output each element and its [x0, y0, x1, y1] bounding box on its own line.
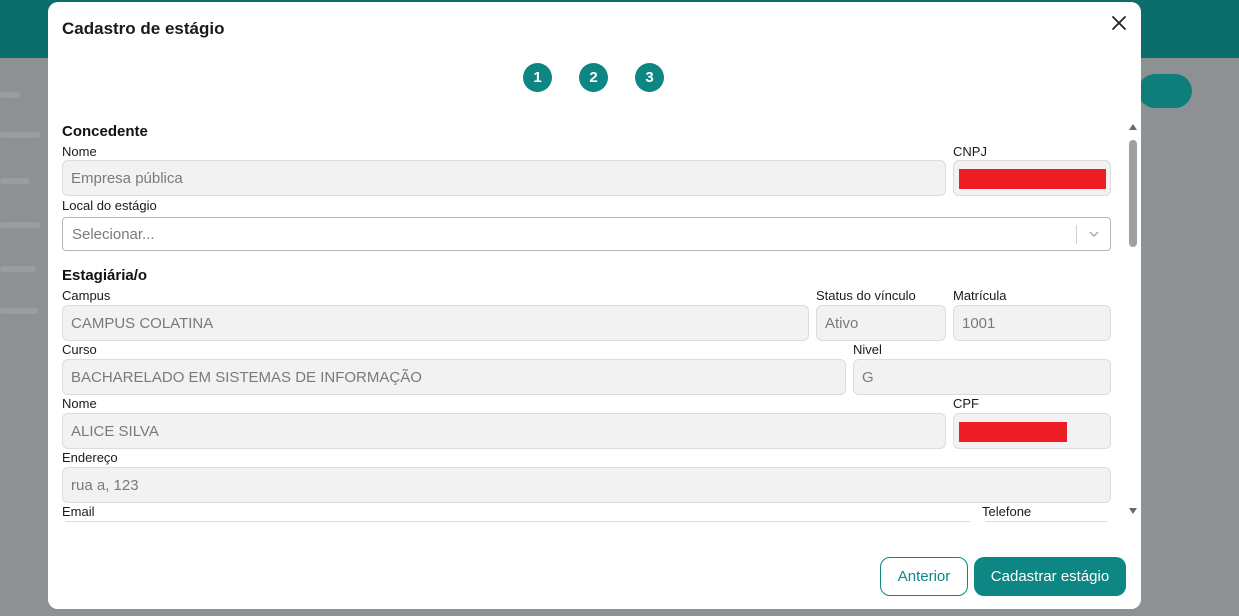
local-estagio-select[interactable]: Selecionar... — [62, 217, 1111, 251]
cadastro-modal: Cadastro de estágio 1 2 3 Concedente Nom… — [48, 2, 1141, 609]
nivel-label: Nivel — [853, 342, 882, 357]
anterior-button[interactable]: Anterior — [880, 557, 968, 596]
close-icon — [1112, 16, 1126, 30]
status-vinculo-field[interactable]: Ativo — [816, 305, 946, 341]
telefone-label: Telefone — [982, 504, 1032, 519]
cnpj-label: CNPJ — [953, 144, 987, 159]
telefone-field[interactable] — [982, 521, 1111, 522]
step-3[interactable]: 3 — [635, 63, 664, 92]
form-scroll-area: Concedente Nome Empresa pública CNPJ Loc… — [48, 118, 1141, 522]
scroll-down-arrow-icon[interactable] — [1129, 508, 1137, 514]
cpf-redaction — [959, 422, 1067, 442]
matricula-field[interactable]: 1001 — [953, 305, 1111, 341]
chevron-down-icon — [1089, 231, 1099, 238]
backdrop-button — [1138, 74, 1192, 108]
cnpj-field[interactable] — [953, 160, 1111, 196]
scroll-thumb[interactable] — [1129, 140, 1137, 247]
endereco-value: rua a, 123 — [71, 476, 139, 494]
backdrop-line — [0, 92, 20, 98]
curso-label: Curso — [62, 342, 97, 357]
campus-label: Campus — [62, 288, 111, 303]
estagiario-nome-value: ALICE SILVA — [71, 422, 159, 440]
scroll-up-arrow-icon[interactable] — [1129, 124, 1137, 130]
email-label: Email — [62, 504, 95, 519]
backdrop-line — [0, 266, 36, 272]
section-estagiario: Estagiária/o — [62, 267, 148, 284]
modal-footer: Anterior Cadastrar estágio — [48, 542, 1141, 609]
section-concedente: Concedente — [62, 123, 148, 140]
endereco-label: Endereço — [62, 450, 118, 465]
backdrop-line — [0, 178, 30, 184]
modal-title: Cadastro de estágio — [62, 19, 225, 38]
nivel-field[interactable]: G — [853, 359, 1111, 395]
concedente-nome-value: Empresa pública — [71, 169, 183, 187]
matricula-value: 1001 — [962, 314, 996, 332]
status-vinculo-label: Status do vínculo — [816, 288, 916, 303]
nivel-value: G — [862, 368, 874, 386]
backdrop-line — [0, 222, 40, 228]
concedente-nome-label: Nome — [62, 144, 97, 159]
cadastrar-estagio-button[interactable]: Cadastrar estágio — [974, 557, 1126, 596]
stepper: 1 2 3 — [48, 63, 1141, 93]
campus-value: CAMPUS COLATINA — [71, 314, 214, 332]
endereco-field[interactable]: rua a, 123 — [62, 467, 1111, 503]
estagiario-nome-field[interactable]: ALICE SILVA — [62, 413, 946, 449]
backdrop-line — [0, 132, 40, 138]
cnpj-redaction — [959, 169, 1106, 189]
close-button[interactable] — [1108, 12, 1130, 34]
campus-field[interactable]: CAMPUS COLATINA — [62, 305, 809, 341]
local-estagio-label: Local do estágio — [62, 198, 157, 213]
backdrop-line — [0, 308, 38, 314]
form-scrollbar[interactable] — [1126, 120, 1140, 522]
step-1[interactable]: 1 — [523, 63, 552, 92]
curso-field[interactable]: BACHARELADO EM SISTEMAS DE INFORMAÇÃO — [62, 359, 846, 395]
step-2[interactable]: 2 — [579, 63, 608, 92]
cpf-field[interactable] — [953, 413, 1111, 449]
matricula-label: Matrícula — [953, 288, 1007, 303]
concedente-nome-field[interactable]: Empresa pública — [62, 160, 946, 196]
status-vinculo-value: Ativo — [825, 314, 859, 332]
estagiario-nome-label: Nome — [62, 396, 97, 411]
local-estagio-placeholder: Selecionar... — [72, 225, 155, 243]
email-field[interactable] — [62, 521, 974, 522]
cpf-label: CPF — [953, 396, 979, 411]
curso-value: BACHARELADO EM SISTEMAS DE INFORMAÇÃO — [71, 368, 422, 386]
select-separator — [1076, 225, 1077, 244]
